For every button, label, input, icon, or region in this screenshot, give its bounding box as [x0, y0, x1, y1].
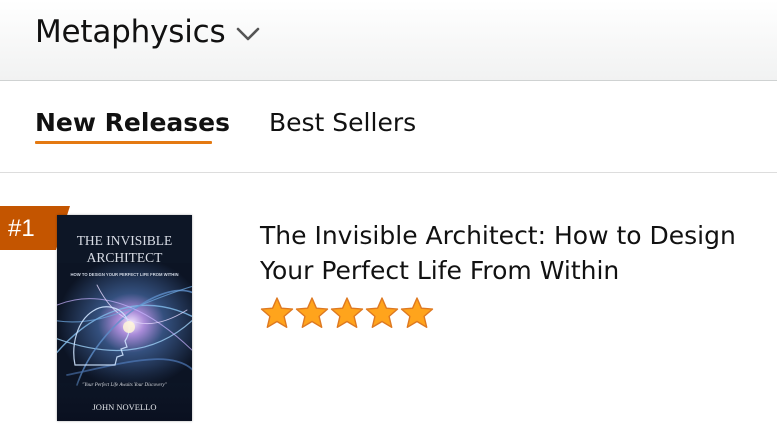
category-dropdown[interactable]: Metaphysics: [35, 12, 261, 52]
cover-tagline: "Your Perfect Life Awaits Your Discovery…: [82, 383, 168, 388]
category-label: Metaphysics: [35, 14, 226, 50]
tab-bar: New Releases Best Sellers: [0, 81, 777, 173]
chevron-down-icon: [237, 27, 260, 41]
active-tab-indicator: [35, 141, 212, 144]
header-bar: Metaphysics: [0, 0, 777, 81]
star-rating[interactable]: [260, 296, 435, 330]
tab-best-sellers[interactable]: Best Sellers: [269, 107, 416, 139]
star-icon: [330, 297, 364, 328]
star-icon: [295, 297, 329, 328]
cover-title-line1: THE INVISIBLE: [77, 233, 173, 248]
cover-author: JOHN NOVELLO: [93, 402, 157, 412]
cover-title-line2: ARCHITECT: [87, 250, 164, 265]
tab-new-releases[interactable]: New Releases: [35, 107, 230, 139]
product-list-item[interactable]: #1 THE INVISIBLE ARCHITECT HOW TO DESIGN…: [0, 174, 777, 446]
product-title-link[interactable]: The Invisible Architect: How to Design Y…: [260, 218, 760, 288]
star-icon: [400, 297, 434, 328]
book-cover-image[interactable]: THE INVISIBLE ARCHITECT HOW TO DESIGN YO…: [57, 215, 192, 421]
cover-subtitle: HOW TO DESIGN YOUR PERFECT LIFE FROM WIT…: [70, 272, 178, 277]
page: Metaphysics New Releases Best Sellers #1: [0, 0, 777, 446]
star-icon: [260, 297, 294, 328]
star-icon: [365, 297, 399, 328]
rank-label: #1: [8, 215, 35, 242]
